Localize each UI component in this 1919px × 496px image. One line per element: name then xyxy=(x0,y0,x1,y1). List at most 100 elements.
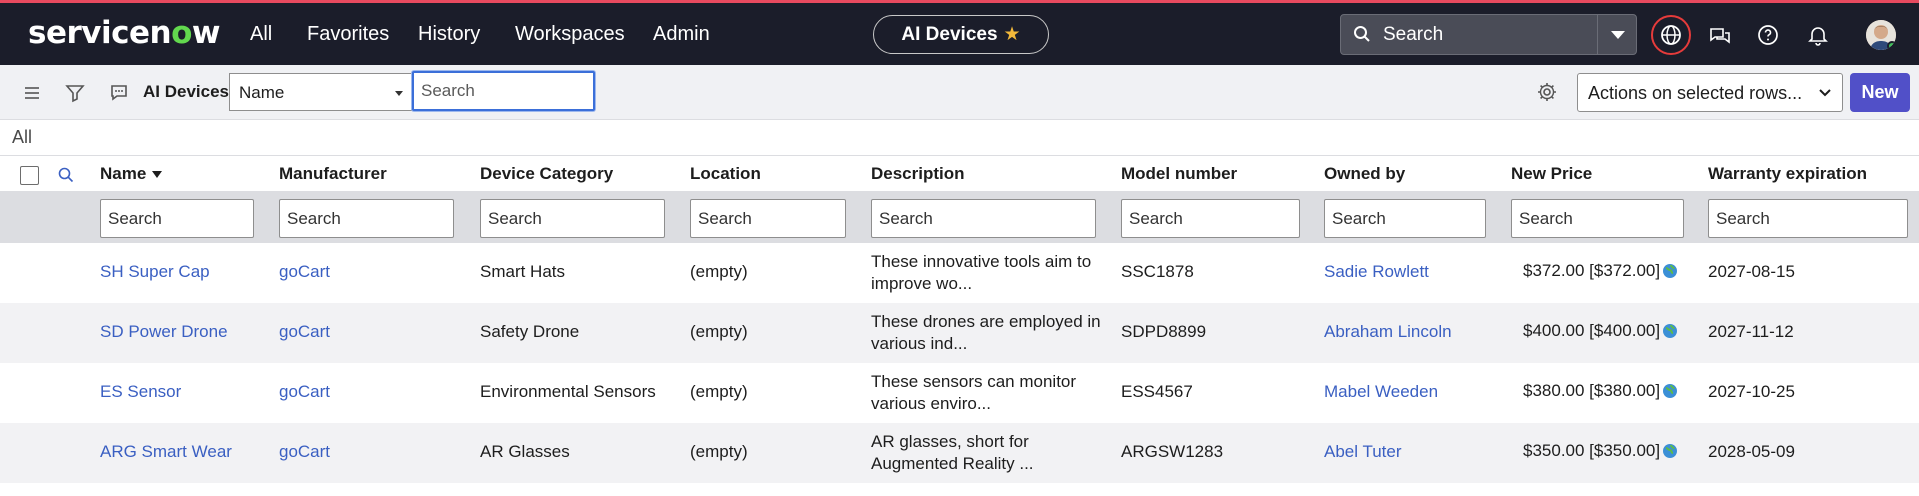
cell-name-link[interactable]: SH Super Cap xyxy=(100,262,210,282)
column-header-description[interactable]: Description xyxy=(871,164,965,184)
divider xyxy=(0,155,1919,156)
table-row: SH Super Cap goCart Smart Hats (empty) T… xyxy=(0,243,1919,303)
cell-owned-by-link[interactable]: Abraham Lincoln xyxy=(1324,322,1452,342)
search-field-select[interactable]: Name xyxy=(229,73,412,111)
chat-icon[interactable] xyxy=(1708,23,1732,47)
cell-manufacturer-link[interactable]: goCart xyxy=(279,262,330,282)
actions-select-value: Actions on selected rows... xyxy=(1588,83,1803,103)
globe-icon[interactable] xyxy=(1662,443,1678,459)
breadcrumb[interactable]: All xyxy=(12,127,32,148)
column-header-location[interactable]: Location xyxy=(690,164,761,184)
context-pill-label: AI Devices xyxy=(901,23,998,45)
globe-icon[interactable] xyxy=(1662,323,1678,339)
activity-stream-icon[interactable] xyxy=(108,82,130,104)
column-header-owned-by[interactable]: Owned by xyxy=(1324,164,1405,184)
cell-description: These sensors can monitor various enviro.… xyxy=(871,371,1101,415)
chevron-down-icon xyxy=(1819,89,1831,97)
nav-all[interactable]: All xyxy=(250,23,272,46)
filter-manufacturer-input[interactable] xyxy=(279,199,454,238)
search-icon[interactable] xyxy=(57,166,75,184)
globe-icon[interactable] xyxy=(1662,383,1678,399)
global-search-placeholder: Search xyxy=(1383,24,1444,45)
nav-history[interactable]: History xyxy=(418,23,480,46)
price-value: $400.00 [$400.00] xyxy=(1523,321,1661,340)
nav-favorites[interactable]: Favorites xyxy=(307,23,389,46)
cell-manufacturer-link[interactable]: goCart xyxy=(279,382,330,402)
filter-warranty-expiration-input[interactable] xyxy=(1708,199,1908,238)
cell-manufacturer-link[interactable]: goCart xyxy=(279,442,330,462)
description-line: Augmented Reality ... xyxy=(871,454,1034,473)
list-title: AI Devices xyxy=(143,82,229,101)
cell-warranty-expiration: 2027-08-15 xyxy=(1708,262,1795,281)
gear-icon[interactable] xyxy=(1536,81,1558,103)
cell-model-number: ESS4567 xyxy=(1121,382,1193,401)
cell-location: (empty) xyxy=(690,262,748,281)
global-search-input[interactable]: Search xyxy=(1340,14,1598,55)
cell-name-link[interactable]: SD Power Drone xyxy=(100,322,228,342)
column-header-device-category[interactable]: Device Category xyxy=(480,164,613,184)
hamburger-menu-icon[interactable] xyxy=(21,82,43,104)
filter-owned-by-input[interactable] xyxy=(1324,199,1486,238)
bell-icon[interactable] xyxy=(1806,23,1830,47)
cell-owned-by-link[interactable]: Sadie Rowlett xyxy=(1324,262,1429,282)
cell-name-link[interactable]: ES Sensor xyxy=(100,382,181,402)
list-search-input[interactable] xyxy=(412,71,595,111)
cell-new-price: $400.00 [$400.00] xyxy=(1523,321,1678,341)
filter-location-input[interactable] xyxy=(690,199,846,238)
description-line: improve wo... xyxy=(871,274,973,293)
description-line: AR glasses, short for xyxy=(871,432,1029,451)
cell-owned-by-link[interactable]: Mabel Weeden xyxy=(1324,382,1438,402)
globe-icon[interactable] xyxy=(1662,263,1678,279)
filter-description-input[interactable] xyxy=(871,199,1096,238)
nav-workspaces[interactable]: Workspaces xyxy=(515,23,625,46)
column-header-model-number[interactable]: Model number xyxy=(1121,164,1237,184)
price-value: $350.00 [$350.00] xyxy=(1523,441,1661,460)
caret-down-icon xyxy=(395,91,403,96)
cell-device-category: AR Glasses xyxy=(480,442,570,461)
search-field-value: Name xyxy=(239,83,285,102)
actions-select[interactable]: Actions on selected rows... xyxy=(1577,73,1843,112)
user-avatar[interactable] xyxy=(1866,20,1896,50)
price-value: $380.00 [$380.00] xyxy=(1523,381,1661,400)
servicenow-logo[interactable]: servicenow xyxy=(28,15,221,51)
column-header-new-price[interactable]: New Price xyxy=(1511,164,1592,184)
column-header-name[interactable]: Name xyxy=(100,164,163,184)
globe-icon xyxy=(1661,25,1681,45)
filter-device-category-input[interactable] xyxy=(480,199,665,238)
cell-name-link[interactable]: ARG Smart Wear xyxy=(100,442,232,462)
description-line: various ind... xyxy=(871,334,968,353)
cell-manufacturer-link[interactable]: goCart xyxy=(279,322,330,342)
help-icon[interactable] xyxy=(1756,23,1780,47)
column-header-manufacturer[interactable]: Manufacturer xyxy=(279,164,387,184)
cell-description: These drones are employed in various ind.… xyxy=(871,311,1101,355)
cell-owned-by-link[interactable]: Abel Tuter xyxy=(1324,442,1402,462)
table-row: SD Power Drone goCart Safety Drone (empt… xyxy=(0,303,1919,363)
description-line: These innovative tools aim to xyxy=(871,252,1092,271)
star-icon[interactable]: ★ xyxy=(1004,23,1021,46)
column-header-warranty-expiration[interactable]: Warranty expiration xyxy=(1708,164,1867,184)
table-row: ES Sensor goCart Environmental Sensors (… xyxy=(0,363,1919,423)
cell-description: These innovative tools aim to improve wo.… xyxy=(871,251,1101,295)
presence-indicator xyxy=(1887,41,1896,50)
search-scope-dropdown[interactable] xyxy=(1597,14,1637,55)
new-button[interactable]: New xyxy=(1850,73,1910,112)
nav-admin[interactable]: Admin xyxy=(653,23,710,46)
cell-location: (empty) xyxy=(690,442,748,461)
description-line: These sensors can monitor xyxy=(871,372,1077,391)
cell-device-category: Environmental Sensors xyxy=(480,382,656,401)
cell-model-number: ARGSW1283 xyxy=(1121,442,1224,461)
cell-warranty-expiration: 2028-05-09 xyxy=(1708,442,1795,461)
filter-icon[interactable] xyxy=(64,82,86,104)
select-all-checkbox[interactable] xyxy=(20,166,39,185)
cell-model-number: SSC1878 xyxy=(1121,262,1194,281)
filter-new-price-input[interactable] xyxy=(1511,199,1684,238)
filter-model-number-input[interactable] xyxy=(1121,199,1300,238)
sort-desc-icon xyxy=(152,171,163,179)
cell-location: (empty) xyxy=(690,382,748,401)
price-value: $372.00 [$372.00] xyxy=(1523,261,1661,280)
context-pill[interactable]: AI Devices ★ xyxy=(873,15,1049,54)
cell-warranty-expiration: 2027-10-25 xyxy=(1708,382,1795,401)
cell-warranty-expiration: 2027-11-12 xyxy=(1708,322,1794,341)
filter-name-input[interactable] xyxy=(100,199,254,238)
cell-description: AR glasses, short for Augmented Reality .… xyxy=(871,431,1101,475)
